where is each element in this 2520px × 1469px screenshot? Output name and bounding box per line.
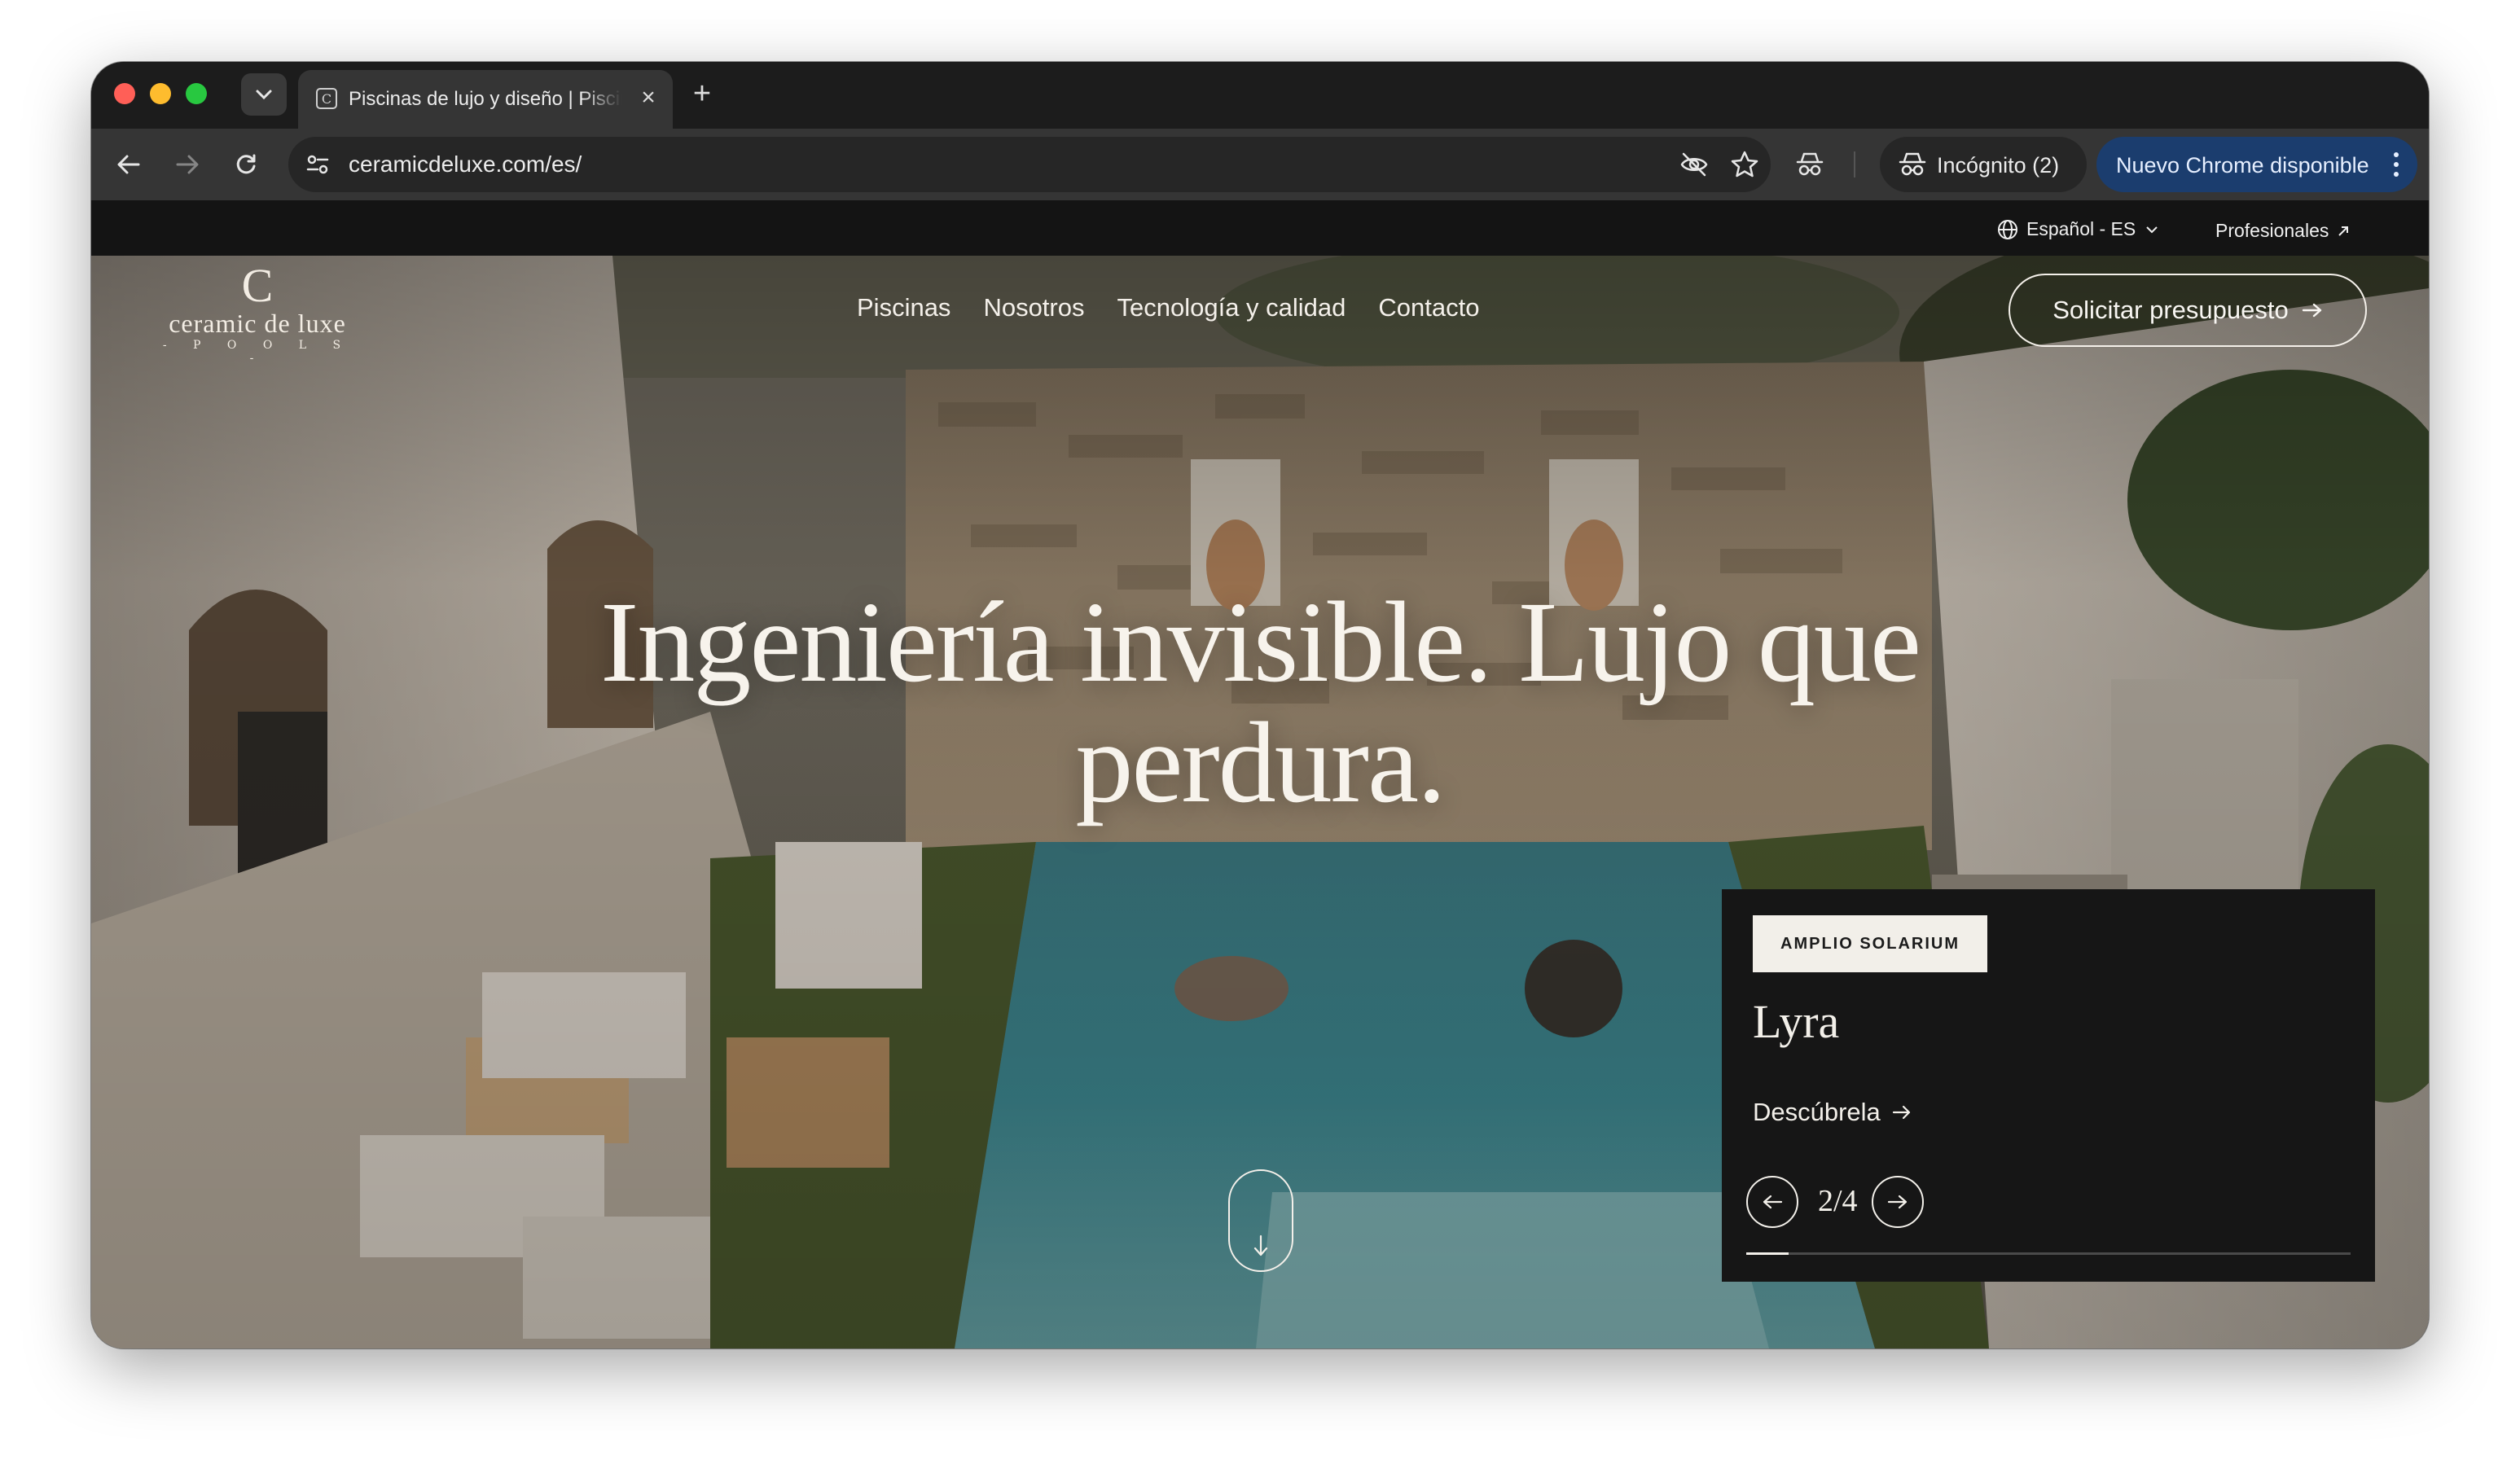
more-vertical-icon (2394, 152, 2399, 177)
forward-button[interactable] (166, 143, 209, 186)
site-utility-bar: Español - ES Profesionales (91, 200, 2429, 256)
tab-search-button[interactable] (241, 73, 287, 116)
incognito-extension-icon[interactable] (1795, 150, 1824, 179)
incognito-label: Incógnito (2) (1937, 153, 2060, 178)
pool-model-card: AMPLIO SOLARIUM Lyra Descúbrela 2/4 (1722, 889, 2375, 1282)
hero-headline: Ingeniería invisible. Lujo que perdura. (600, 577, 1921, 827)
nav-item-contacto[interactable]: Contacto (1378, 293, 1479, 322)
site-settings-icon[interactable] (303, 150, 332, 179)
arrow-left-icon (1763, 1195, 1783, 1209)
nav-item-tecnologia[interactable]: Tecnología y calidad (1117, 293, 1346, 322)
logo-subtitle: - P O O L S - (162, 339, 353, 365)
address-bar[interactable]: ceramicdeluxe.com/es/ (288, 137, 1771, 192)
web-content: Español - ES Profesionales C ceramic de … (91, 200, 2429, 1348)
arrow-up-right-icon (2338, 226, 2349, 236)
minimize-window-button[interactable] (150, 83, 171, 104)
arrow-left-icon (117, 155, 140, 174)
arrow-right-icon (1887, 1195, 1908, 1209)
language-selector[interactable]: Español - ES (1997, 218, 2160, 240)
tab-strip: C Piscinas de lujo y diseño | Piscinas d… (91, 62, 2429, 129)
tab-title: Piscinas de lujo y diseño | Piscinas de … (349, 88, 622, 110)
close-window-button[interactable] (114, 83, 135, 104)
toolbar-divider (1854, 151, 1855, 178)
discover-link[interactable]: Descúbrela (1753, 1098, 1912, 1127)
browser-window: C Piscinas de lujo y diseño | Piscinas d… (91, 62, 2429, 1348)
nav-item-nosotros[interactable]: Nosotros (983, 293, 1084, 322)
tab-active[interactable]: C Piscinas de lujo y diseño | Piscinas d… (298, 70, 673, 129)
request-quote-label: Solicitar presupuesto (2052, 296, 2289, 324)
slide-counter: 2/4 (1818, 1184, 1858, 1218)
request-quote-button[interactable]: Solicitar presupuesto (2009, 274, 2367, 347)
nav-item-piscinas[interactable]: Piscinas (857, 293, 950, 322)
hero-section: C ceramic de luxe - P O O L S - Piscinas… (91, 256, 2429, 1348)
scroll-down-button[interactable] (1228, 1169, 1293, 1272)
slide-progress-track (1746, 1252, 2351, 1255)
site-logo[interactable]: C ceramic de luxe - P O O L S - (151, 259, 363, 366)
pool-model-title: Lyra (1753, 995, 1840, 1048)
discover-label: Descúbrela (1753, 1098, 1881, 1126)
ceramic-de-luxe-favicon-icon: C (316, 88, 337, 109)
new-tab-icon[interactable]: + (686, 78, 718, 111)
eye-off-icon[interactable] (1679, 150, 1709, 179)
arrow-right-icon (176, 155, 199, 174)
arrow-down-icon (1253, 1234, 1268, 1256)
globe-icon (1998, 219, 2017, 239)
main-nav: Piscinas Nosotros Tecnología y calidad C… (857, 293, 1479, 322)
incognito-button[interactable]: Incógnito (2) (1880, 137, 2087, 192)
browser-toolbar: ceramicdeluxe.com/es/ Incógnito (2) Nuev… (91, 129, 2429, 200)
chrome-update-button[interactable]: Nuevo Chrome disponible (2096, 137, 2417, 192)
incognito-icon (1899, 152, 1926, 176)
reload-icon (236, 154, 256, 174)
feature-tag: AMPLIO SOLARIUM (1753, 915, 1987, 972)
update-label: Nuevo Chrome disponible (2116, 153, 2369, 178)
logo-wordmark: ceramic de luxe (169, 309, 346, 338)
maximize-window-button[interactable] (186, 83, 207, 104)
professionals-label: Profesionales (2215, 220, 2329, 241)
back-button[interactable] (108, 143, 150, 186)
logo-mark: C (241, 259, 274, 312)
url-text: ceramicdeluxe.com/es/ (349, 151, 582, 177)
bookmark-star-icon[interactable] (1730, 150, 1759, 179)
chevron-down-icon (256, 90, 272, 100)
language-label: Español - ES (2026, 218, 2136, 239)
next-slide-button[interactable] (1872, 1176, 1924, 1228)
reload-button[interactable] (225, 143, 267, 186)
professionals-link[interactable]: Profesionales (2215, 220, 2350, 242)
tab-close-icon[interactable]: × (635, 85, 661, 111)
slide-progress-fill (1746, 1252, 1789, 1255)
previous-slide-button[interactable] (1746, 1176, 1798, 1228)
arrow-right-icon (1892, 1105, 1910, 1120)
arrow-right-icon (2302, 303, 2321, 318)
chevron-down-icon (2146, 226, 2158, 233)
